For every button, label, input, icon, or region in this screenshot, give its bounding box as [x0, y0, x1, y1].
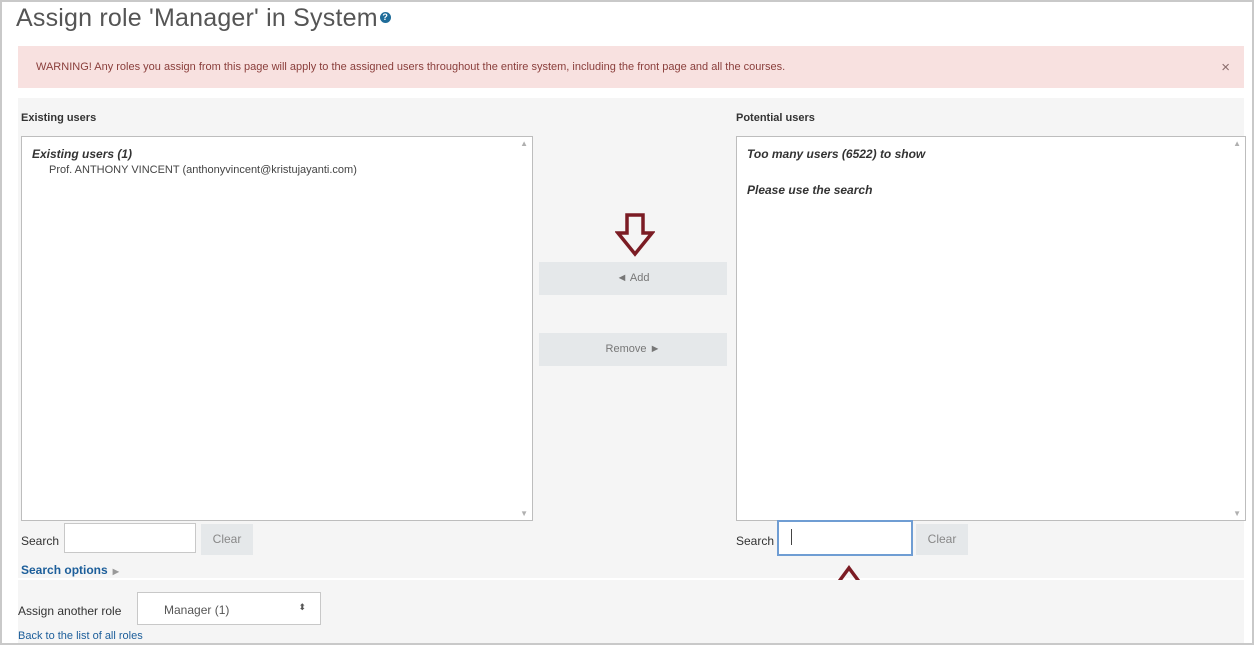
window-frame: Assign role 'Manager' in System? WARNING… — [0, 0, 1254, 645]
text-cursor — [791, 529, 792, 545]
assign-another-role-label: Assign another role — [18, 604, 122, 618]
page-title: Assign role 'Manager' in System? — [16, 4, 391, 33]
existing-user-option[interactable]: Prof. ANTHONY VINCENT (anthonyvincent@kr… — [49, 164, 357, 176]
add-pointer-arrow-icon — [615, 213, 655, 257]
question-circle-icon[interactable]: ? — [379, 11, 391, 23]
potential-users-search-hint: Please use the search — [747, 183, 873, 197]
warning-alert: WARNING! Any roles you assign from this … — [18, 46, 1244, 88]
potential-users-heading: Potential users — [736, 112, 815, 124]
potential-users-listbox[interactable]: Too many users (6522) to show Please use… — [736, 136, 1246, 521]
scroll-down-icon[interactable]: ▼ — [520, 509, 528, 518]
search-options-toggle[interactable]: Search options ▶ — [21, 563, 119, 577]
existing-search-input[interactable] — [64, 523, 196, 553]
existing-search-label: Search — [21, 534, 60, 548]
potential-search-input[interactable] — [777, 520, 913, 556]
remove-button[interactable]: Remove ► — [539, 333, 727, 366]
scroll-up-icon[interactable]: ▲ — [1233, 139, 1241, 148]
expand-triangle-icon: ▶ — [112, 567, 119, 576]
existing-users-heading: Existing users — [21, 112, 97, 124]
select-caret-icon: ⬍ — [298, 602, 306, 612]
potential-users-message: Too many users (6522) to show — [747, 147, 926, 161]
warning-text: WARNING! Any roles you assign from this … — [36, 61, 786, 73]
existing-clear-button[interactable]: Clear — [201, 524, 253, 555]
assign-another-role-select[interactable]: Manager (1) ⬍ — [137, 592, 321, 625]
close-icon[interactable]: × — [1221, 59, 1230, 76]
add-button[interactable]: ◄ Add — [539, 262, 727, 295]
scroll-down-icon[interactable]: ▼ — [1233, 509, 1241, 518]
existing-users-group-label: Existing users (1) — [32, 147, 133, 161]
search-options-label: Search options — [21, 563, 108, 577]
potential-search-label: Search — [736, 534, 775, 548]
back-to-roles-link[interactable]: Back to the list of all roles — [18, 630, 143, 642]
page-title-text: Assign role 'Manager' in System — [16, 4, 378, 32]
scroll-up-icon[interactable]: ▲ — [520, 139, 528, 148]
role-select-value: Manager (1) — [164, 603, 230, 617]
potential-clear-button[interactable]: Clear — [916, 524, 968, 555]
existing-users-listbox[interactable]: Existing users (1) Prof. ANTHONY VINCENT… — [21, 136, 533, 521]
